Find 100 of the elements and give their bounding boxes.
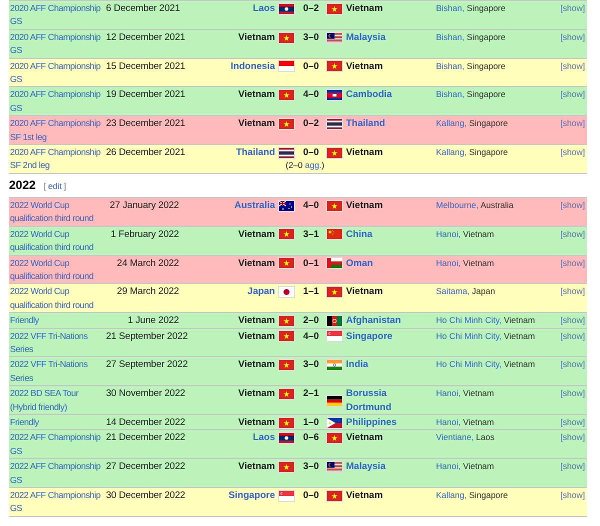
team-name: Vietnam — [238, 460, 275, 474]
team-link[interactable]: Cambodia — [346, 88, 392, 102]
competition-link[interactable]: 2022 World Cup qualification third round — [10, 228, 103, 254]
team-link[interactable]: Laos — [252, 2, 275, 16]
venue-city-link[interactable]: Vientiane, — [436, 432, 474, 442]
venue-country: Singapore — [466, 89, 506, 100]
venue-city-link[interactable]: Hanoi, — [436, 416, 461, 427]
competition-link[interactable]: 2020 AFF Championship GS — [10, 88, 103, 116]
venue-city-link[interactable]: Ho Chi Minh City, — [436, 315, 502, 326]
team-name: Vietnam — [238, 330, 275, 343]
venue-city-link[interactable]: Hanoi, — [436, 461, 461, 472]
competition-link[interactable]: 2022 AFF Championship GS — [10, 489, 103, 516]
show-toggle[interactable]: [show] — [560, 228, 585, 239]
competition-link[interactable]: 2020 AFF Championship GS — [10, 30, 103, 58]
show-toggle[interactable]: [show] — [560, 258, 585, 268]
score: 3–0 — [303, 359, 319, 370]
aggregate-link[interactable]: agg. — [305, 160, 322, 170]
competition-link[interactable]: 2020 AFF Championship GS — [10, 2, 103, 29]
venue-city-link[interactable]: Hanoi, — [436, 258, 461, 268]
competition-link[interactable]: 2022 World Cup qualification third round — [10, 198, 103, 226]
team-link[interactable]: Oman — [346, 256, 373, 270]
team-link[interactable]: Singapore — [346, 330, 392, 343]
score: 3–0 — [303, 461, 319, 472]
competition-link[interactable]: Friendly — [10, 314, 103, 328]
competition-link[interactable]: 2022 VFF Tri-Nations Series — [10, 330, 103, 356]
show-toggle[interactable]: [show] — [560, 32, 585, 42]
competition-link[interactable]: 2020 AFF Championship GS — [10, 60, 103, 86]
venue-country: Vietnam — [462, 388, 494, 398]
show-toggle[interactable]: [show] — [560, 315, 585, 326]
score: 0–6 — [303, 432, 319, 444]
team-link[interactable]: Singapore — [228, 489, 275, 502]
team-link[interactable]: Philippines — [346, 416, 397, 430]
competition-link[interactable]: 2022 AFF Championship GS — [10, 460, 103, 487]
competition-link[interactable]: 2022 BD SEA Tour (Hybrid friendly) — [10, 387, 103, 414]
competition-link[interactable]: 2022 VFF Tri-Nations Series — [10, 358, 103, 386]
venue-city-link[interactable]: Melbourne, — [436, 200, 479, 210]
team-link[interactable]: Indonesia — [230, 60, 275, 74]
team-link[interactable]: Malaysia — [346, 30, 386, 44]
competition-link[interactable]: 2020 AFF Championship SF 1st leg — [10, 117, 103, 144]
competition-link[interactable]: 2022 AFF Championship GS — [10, 431, 103, 458]
venue-city-link[interactable]: Hanoi, — [436, 228, 461, 239]
show-toggle[interactable]: [show] — [560, 286, 585, 296]
team-name: Vietnam — [238, 358, 275, 372]
venue-city-link[interactable]: Bishan, — [436, 60, 464, 71]
show-toggle[interactable]: [show] — [560, 118, 585, 128]
team-link[interactable]: Malaysia — [346, 460, 386, 474]
match-date: 21 September 2022 — [106, 330, 188, 342]
show-toggle[interactable]: [show] — [560, 89, 585, 100]
team-link[interactable]: Thailand — [236, 146, 275, 160]
team-link[interactable]: Australia — [234, 198, 275, 212]
show-toggle[interactable]: [show] — [560, 60, 585, 71]
match-date: 30 December 2022 — [106, 490, 186, 501]
team-link[interactable]: India — [346, 358, 368, 372]
venue-city-link[interactable]: Bishan, — [436, 89, 464, 100]
team-link[interactable]: Thailand — [346, 117, 386, 131]
score: 0–1 — [303, 258, 319, 268]
venue-city-link[interactable]: Kallang, — [436, 118, 467, 128]
venue-city-link[interactable]: Kallang, — [436, 490, 467, 500]
venue-city-link[interactable]: Kallang, — [436, 147, 467, 158]
match-date: 19 December 2021 — [106, 89, 186, 100]
score: 0–0 — [303, 60, 319, 72]
venue-city-link[interactable]: Ho Chi Minh City, — [436, 330, 502, 341]
score: 4–0 — [303, 89, 319, 100]
team-link[interactable]: Laos — [252, 431, 275, 445]
team-name: Vietnam — [238, 117, 275, 131]
show-toggle[interactable]: [show] — [560, 388, 585, 398]
show-toggle[interactable]: [show] — [560, 490, 585, 500]
competition-link[interactable]: 2020 AFF Championship SF 2nd leg — [10, 146, 103, 173]
team-name: Vietnam — [238, 314, 275, 328]
venue-city-link[interactable]: Hanoi, — [436, 388, 461, 398]
team-name: Vietnam — [238, 256, 275, 270]
score: 2–0 — [303, 315, 319, 326]
team-link[interactable]: China — [346, 228, 372, 242]
team-link[interactable]: Japan — [248, 285, 275, 299]
section-heading: 2022 — [9, 178, 36, 192]
show-toggle[interactable]: [show] — [560, 432, 585, 442]
score: 0–0 — [303, 490, 319, 501]
show-toggle[interactable]: [show] — [560, 461, 585, 472]
match-date: 21 December 2022 — [106, 432, 186, 444]
venue-country: Vietnam — [504, 330, 535, 341]
team-link[interactable]: Borussia Dortmund — [346, 387, 433, 414]
show-toggle[interactable]: [show] — [560, 330, 585, 341]
competition-link[interactable]: 2022 World Cup qualification third round — [10, 285, 103, 312]
venue-city-link[interactable]: Bishan, — [436, 32, 464, 42]
venue-city-link[interactable]: Ho Chi Minh City, — [436, 359, 502, 370]
competition-link[interactable]: Friendly — [10, 416, 103, 430]
team-link[interactable]: Afghanistan — [346, 314, 401, 328]
edit-link[interactable]: edit — [48, 178, 62, 193]
show-toggle[interactable]: [show] — [560, 200, 585, 210]
match-date: 29 March 2022 — [116, 286, 179, 298]
show-toggle[interactable]: [show] — [560, 416, 585, 427]
venue-city-link[interactable]: Saitama, — [436, 286, 470, 296]
venue-city-link[interactable]: Bishan, — [436, 3, 464, 13]
score: 1–1 — [303, 286, 319, 298]
match-date: 6 December 2021 — [106, 3, 180, 14]
show-toggle[interactable]: [show] — [560, 147, 585, 158]
competition-link[interactable]: 2022 World Cup qualification third round — [10, 256, 103, 284]
match-date: 24 March 2022 — [116, 258, 179, 268]
show-toggle[interactable]: [show] — [560, 359, 585, 370]
show-toggle[interactable]: [show] — [560, 3, 585, 13]
